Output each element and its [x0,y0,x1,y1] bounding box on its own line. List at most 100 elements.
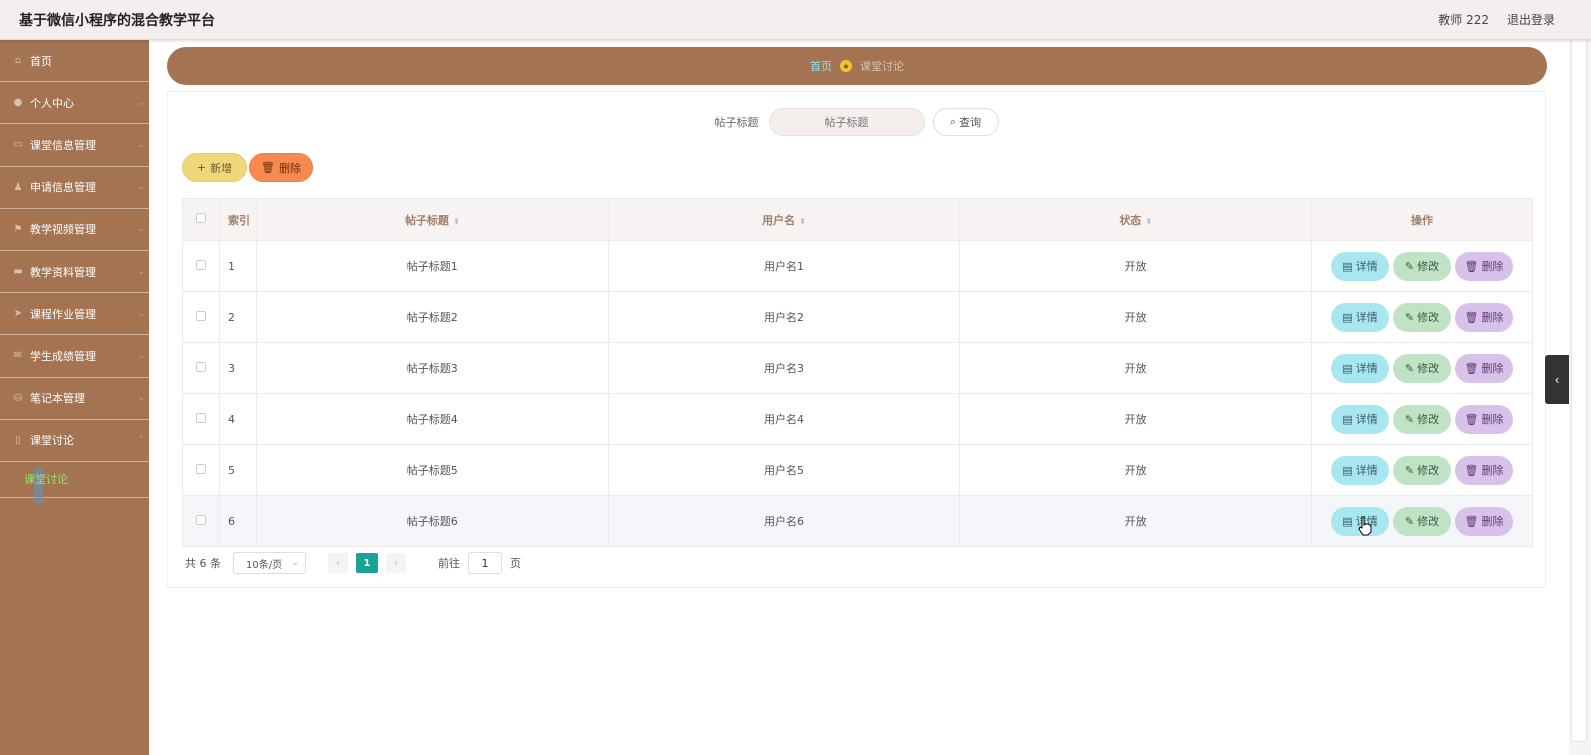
pagination: 共 6 条 10条/页 ⌄ ‹ 1 › 前往 页 [185,552,521,574]
sidebar-item-profile[interactable]: ● 个人中心 ⌄ [0,82,149,125]
row-title: 帖子标题2 [255,291,609,343]
sidebar-item-homework[interactable]: ➤ 课程作业管理 ⌄ [0,293,149,336]
column-header-title[interactable]: 帖子标题 ⬍ [255,198,609,241]
document-icon: ▤ [1342,514,1353,528]
edit-button[interactable]: ✎ 修改 [1393,506,1451,536]
remove-button[interactable]: 🗑 删除 [1455,404,1513,434]
detail-button[interactable]: ▤ 详情 [1331,404,1389,434]
sidebar-item-materials[interactable]: ▬ 教学资料管理 ⌄ [0,251,149,294]
remove-button[interactable]: 🗑 删除 [1455,455,1513,485]
detail-button[interactable]: ▤ 详情 [1331,455,1389,485]
row-checkbox[interactable] [195,412,206,423]
chevron-left-icon: ‹ [1554,372,1560,387]
row-checkbox[interactable] [195,514,206,525]
sidebar-item-home[interactable]: ⌂ 首页 [0,40,149,83]
sidebar-item-grades[interactable]: ✉ 学生成绩管理 ⌄ [0,335,149,378]
collapse-panel-handle[interactable]: ‹ [1545,355,1569,404]
detail-button[interactable]: ▤ 详情 [1331,251,1389,281]
row-username: 用户名1 [607,240,961,292]
breadcrumb-home[interactable]: 首页 [810,58,832,74]
sidebar-item-label: 学生成绩管理 [30,349,96,363]
sidebar-item-label: 教学资料管理 [30,265,96,279]
search-input[interactable] [768,108,925,136]
trash-icon: 🗑 [1464,361,1479,375]
row-select-cell [182,444,220,496]
goto-label: 前往 [438,557,460,570]
row-select-cell [182,393,220,445]
row-actions: ▤ 详情 ✎ 修改 🗑 删除 [1311,444,1533,496]
document-icon: ▤ [1342,259,1353,273]
row-index: 4 [218,393,257,445]
sidebar-item-application[interactable]: ♟ 申请信息管理 ⌄ [0,167,149,209]
sidebar-item-label: 教学视频管理 [30,223,96,237]
edit-button[interactable]: ✎ 修改 [1393,404,1451,434]
remove-button[interactable]: 🗑 删除 [1455,506,1513,536]
edit-button[interactable]: ✎ 修改 [1393,455,1451,485]
sidebar-item-notebook[interactable]: ⛁ 笔记本管理 ⌄ [0,378,149,420]
row-title: 帖子标题5 [255,444,609,496]
sidebar-item-discussion[interactable]: ▯ 课堂讨论 ⌃ [0,420,149,462]
detail-button[interactable]: ▤ 详情 [1331,302,1389,332]
row-index: 6 [218,495,257,547]
edit-button[interactable]: ✎ 修改 [1393,302,1451,332]
add-button[interactable]: + 新增 [182,153,247,182]
column-header-username[interactable]: 用户名 ⬍ [607,198,961,241]
edit-button[interactable]: ✎ 修改 [1393,353,1451,383]
remove-button[interactable]: 🗑 删除 [1455,302,1513,332]
remove-button[interactable]: 🗑 删除 [1455,251,1513,281]
row-checkbox[interactable] [195,259,206,270]
goto-suffix: 页 [510,557,521,570]
document-icon: ▤ [1342,412,1353,426]
goto-page-input[interactable] [468,552,502,574]
logout-link[interactable]: 退出登录 [1507,11,1555,28]
sort-icon[interactable]: ⬍ [453,217,460,226]
prev-page-button[interactable]: ‹ [328,553,348,573]
row-checkbox[interactable] [195,310,206,321]
row-username: 用户名4 [607,393,961,445]
chevron-down-icon: ⌄ [137,308,145,319]
search-button[interactable]: ⌕ 查询 [932,108,999,136]
detail-button[interactable]: ▤ 详情 [1331,353,1389,383]
chevron-down-icon: ⌄ [137,182,145,193]
row-checkbox[interactable] [195,361,206,372]
chevron-down-icon: ⌄ [137,224,145,235]
row-actions: ▤ 详情 ✎ 修改 🗑 删除 [1311,393,1533,445]
sidebar-item-label: 课堂信息管理 [30,138,96,152]
add-button-label: 新增 [210,161,233,175]
column-header-status[interactable]: 状态 ⬍ [959,198,1313,241]
row-status: 开放 [959,444,1313,496]
sidebar-item-label: 笔记本管理 [30,392,85,406]
page-number[interactable]: 1 [356,553,378,573]
sort-icon[interactable]: ⬍ [799,217,806,226]
chevron-down-icon: ⌄ [291,558,299,568]
edit-button-label: 修改 [1417,515,1440,528]
table-header-row: 索引 帖子标题 ⬍ 用户名 ⬍ 状态 ⬍ 操作 [182,198,1533,241]
sidebar-item-label: 申请信息管理 [30,181,96,195]
scrollbar-thumb[interactable] [1571,2,1587,742]
select-all-checkbox[interactable] [195,213,206,223]
trash-icon: 🗑 [1464,259,1479,273]
page-size-select[interactable]: 10条/页 ⌄ [233,552,306,574]
sidebar-subitem-discussion[interactable]: 课堂讨论 [0,462,149,503]
person-icon: ♟ [13,181,23,193]
sidebar-item-video[interactable]: ⚑ 教学视频管理 ⌄ [0,209,149,251]
top-header: 基于微信小程序的混合教学平台 教师 222 退出登录 [0,0,1591,40]
row-actions: ▤ 详情 ✎ 修改 🗑 删除 [1311,240,1533,292]
table-row: 5 帖子标题5 用户名5 开放 ▤ 详情 ✎ 修改 🗑 删除 [182,444,1533,496]
pencil-icon: ✎ [1404,310,1415,324]
remove-button-label: 删除 [1481,311,1504,324]
next-page-button[interactable]: › [386,553,406,573]
pencil-icon: ✎ [1404,463,1415,477]
sidebar-subitem-label: 课堂讨论 [24,473,68,487]
sidebar-item-class-info[interactable]: ▭ 课堂信息管理 ⌄ [0,124,149,167]
sidebar-item-label: 课堂讨论 [30,434,74,448]
sort-icon[interactable]: ⬍ [1145,217,1152,226]
chevron-down-icon: ⌄ [137,97,145,108]
row-checkbox[interactable] [195,463,206,474]
edit-button[interactable]: ✎ 修改 [1393,251,1451,281]
delete-button[interactable]: 🗑 删除 [249,153,313,182]
remove-button[interactable]: 🗑 删除 [1455,353,1513,383]
row-status: 开放 [959,393,1313,445]
search-icon: ⌕ [949,115,957,128]
hand-cursor-icon [1358,516,1372,536]
